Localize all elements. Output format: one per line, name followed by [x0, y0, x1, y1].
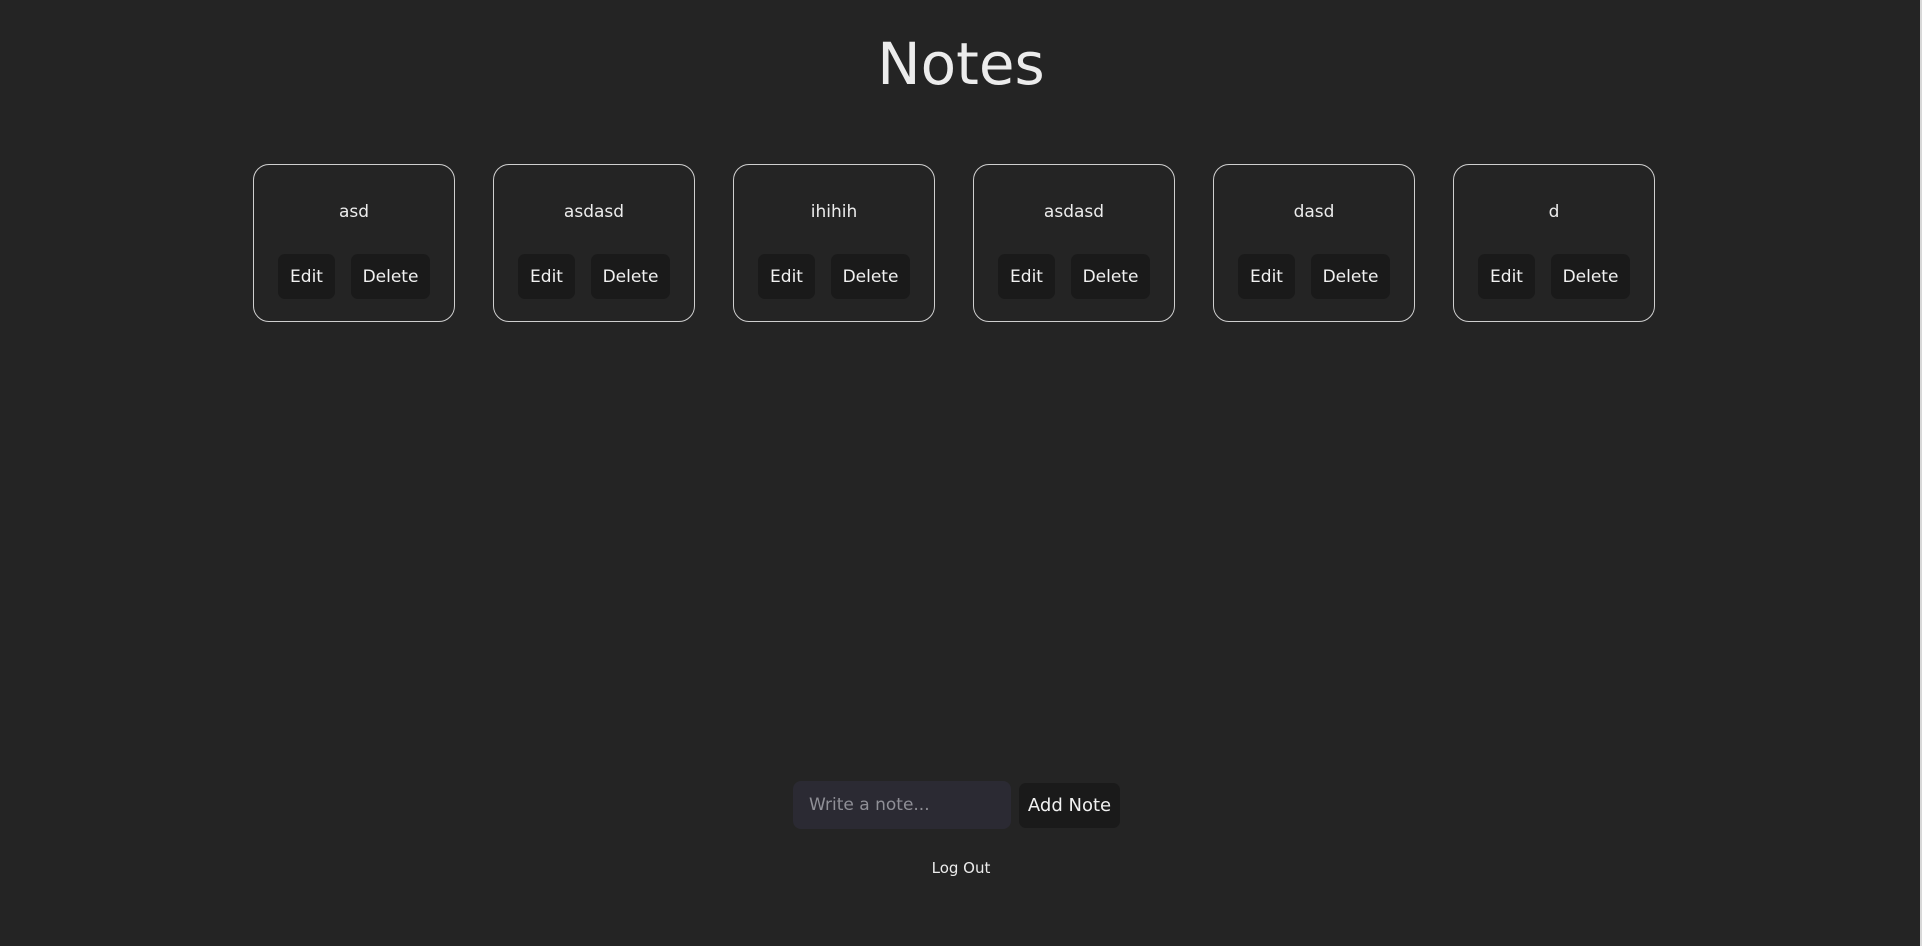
note-card: asd Edit Delete — [253, 164, 455, 322]
note-card: dasd Edit Delete — [1213, 164, 1415, 322]
delete-button[interactable]: Delete — [831, 254, 910, 299]
edit-button[interactable]: Edit — [518, 254, 575, 299]
add-note-button[interactable]: Add Note — [1019, 782, 1120, 828]
edit-button[interactable]: Edit — [998, 254, 1055, 299]
note-actions: Edit Delete — [1214, 254, 1414, 299]
note-card: ihihih Edit Delete — [733, 164, 935, 322]
notes-list: asd Edit Delete asdasd Edit Delete ihihi… — [253, 164, 1655, 322]
delete-button[interactable]: Delete — [1311, 254, 1390, 299]
delete-button[interactable]: Delete — [351, 254, 430, 299]
note-text: ihihih — [810, 202, 858, 222]
note-text: asd — [338, 202, 370, 222]
edit-button[interactable]: Edit — [1478, 254, 1535, 299]
note-input[interactable] — [793, 781, 1011, 829]
edit-button[interactable]: Edit — [278, 254, 335, 299]
note-text: dasd — [1293, 202, 1335, 222]
delete-button[interactable]: Delete — [591, 254, 670, 299]
logout-link[interactable]: Log Out — [0, 856, 1922, 880]
note-text: d — [1548, 202, 1560, 222]
edit-button[interactable]: Edit — [1238, 254, 1295, 299]
note-card: d Edit Delete — [1453, 164, 1655, 322]
note-card: asdasd Edit Delete — [493, 164, 695, 322]
delete-button[interactable]: Delete — [1071, 254, 1150, 299]
note-text: asdasd — [563, 202, 625, 222]
page-title: Notes — [877, 30, 1045, 98]
note-actions: Edit Delete — [254, 254, 454, 299]
note-composer: Add Note — [793, 781, 1120, 829]
note-actions: Edit Delete — [734, 254, 934, 299]
note-actions: Edit Delete — [1454, 254, 1654, 299]
edit-button[interactable]: Edit — [758, 254, 815, 299]
note-actions: Edit Delete — [494, 254, 694, 299]
note-card: asdasd Edit Delete — [973, 164, 1175, 322]
delete-button[interactable]: Delete — [1551, 254, 1630, 299]
note-actions: Edit Delete — [974, 254, 1174, 299]
note-text: asdasd — [1043, 202, 1105, 222]
